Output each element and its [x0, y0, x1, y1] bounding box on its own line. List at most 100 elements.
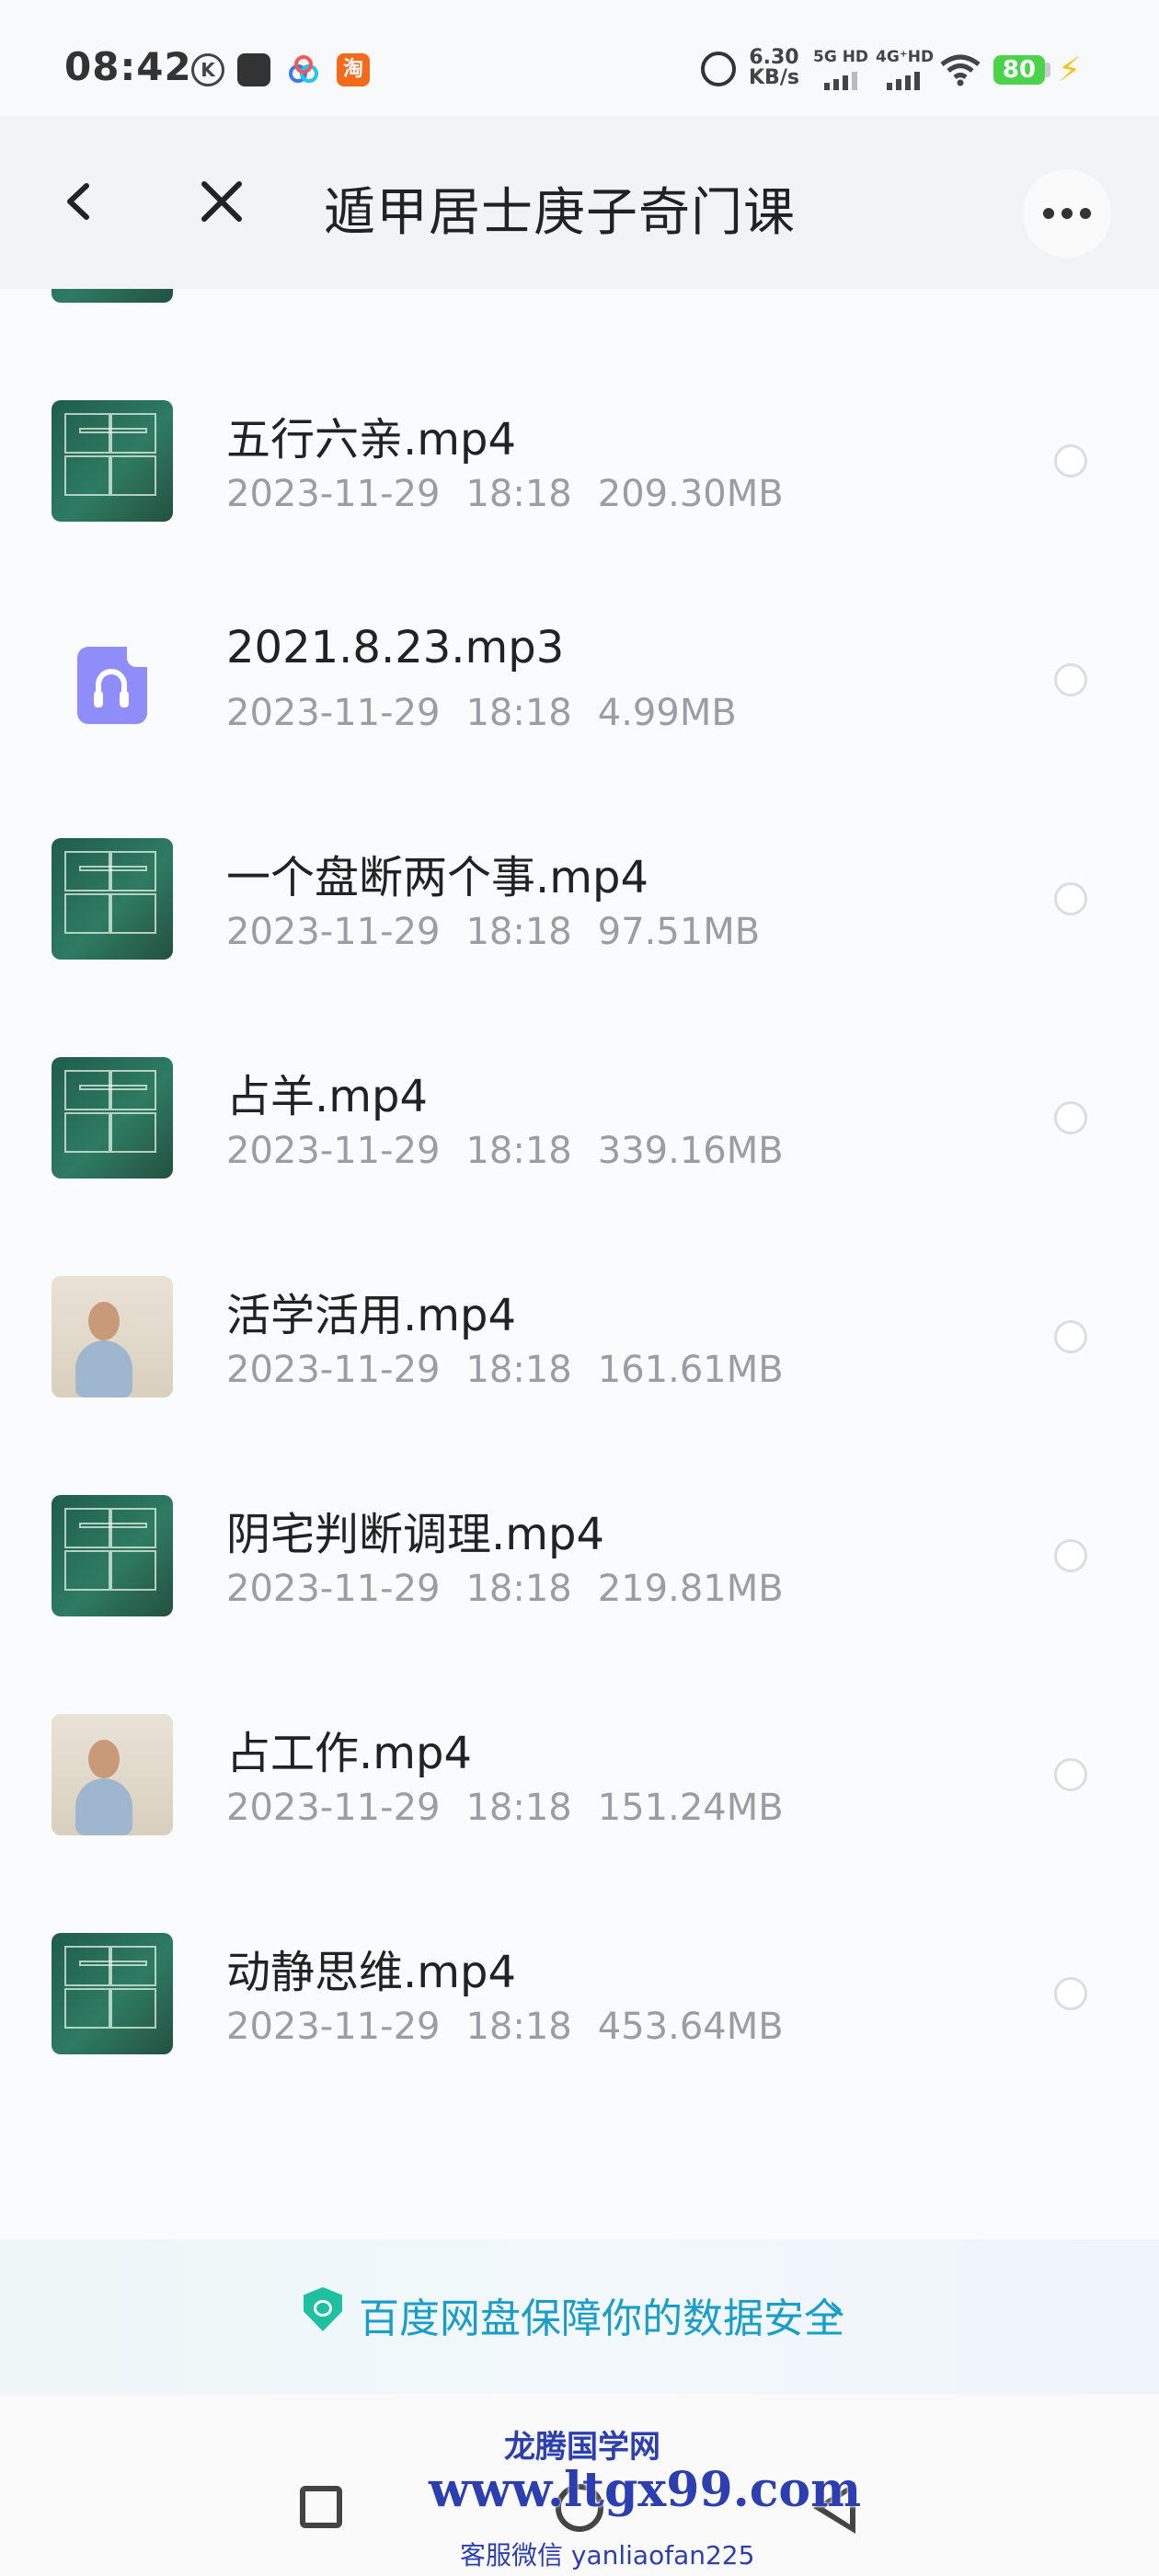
chevron-left-icon[interactable]: [46, 169, 110, 234]
file-size: 4.99MB: [597, 692, 737, 734]
status-time: 08:42: [64, 44, 192, 89]
file-row[interactable]: 动静思维.mp4 2023-11-29 18:18 453.64MB: [0, 1884, 1159, 2103]
file-row[interactable]: 占羊.mp4 2023-11-29 18:18 339.16MB: [0, 1008, 1159, 1227]
baidu-netdisk-icon: [287, 53, 320, 86]
recent-apps-button[interactable]: [300, 2486, 342, 2528]
file-meta: 2023-11-29 18:18 272.55MB: [226, 289, 809, 296]
file-name: 阴宅判断调理.mp4: [226, 1509, 605, 1560]
select-radio[interactable]: [1054, 663, 1087, 696]
video-thumbnail: [52, 1495, 173, 1616]
file-size: 161.61MB: [597, 1349, 784, 1391]
file-meta: 2023-11-29 18:18 4.99MB: [226, 692, 763, 734]
file-size: 209.30MB: [597, 473, 784, 515]
watermark-wechat: 客服微信 yanliaofan225: [460, 2540, 755, 2570]
file-row[interactable]: 一个盘断两个事.mp4 2023-11-29 18:18 97.51MB: [0, 789, 1159, 1008]
video-thumbnail: [52, 1057, 173, 1179]
file-name: 五行六亲.mp4: [226, 414, 517, 466]
video-thumbnail: [52, 1276, 173, 1397]
select-radio[interactable]: [1054, 882, 1087, 915]
page-title: 遁甲居士庚子奇门课: [324, 183, 796, 243]
file-name: 2021.8.23.mp3: [226, 622, 565, 673]
file-meta: 2023-11-29 18:18 161.61MB: [226, 1349, 809, 1391]
select-radio[interactable]: [1054, 444, 1087, 477]
file-date: 2023-11-29: [226, 1568, 441, 1610]
security-banner[interactable]: 百度网盘保障你的数据安全 ›: [0, 2239, 1159, 2394]
file-row[interactable]: 五行六亲.mp4 2023-11-29 18:18 209.30MB: [0, 351, 1159, 570]
file-name: 占羊.mp4: [226, 1071, 429, 1122]
network-speed: 6.30 KB/s: [749, 48, 799, 88]
alarm-icon: [701, 52, 736, 86]
select-radio[interactable]: [1054, 1977, 1087, 2010]
file-date: 2023-11-29: [226, 1349, 441, 1391]
file-row[interactable]: 2023-11-29 18:18 272.55MB: [0, 289, 1159, 351]
file-meta: 2023-11-29 18:18 209.30MB: [226, 473, 809, 515]
select-radio[interactable]: [1054, 1320, 1087, 1353]
video-thumbnail: [52, 400, 173, 522]
signal-icon: [887, 72, 920, 90]
video-thumbnail: [52, 289, 173, 303]
select-radio[interactable]: [1054, 1758, 1087, 1791]
wifi-icon: [940, 54, 981, 86]
close-icon[interactable]: [189, 169, 254, 234]
app-icon: [237, 53, 270, 86]
file-meta: 2023-11-29 18:18 453.64MB: [226, 2006, 809, 2048]
network-speed-unit: KB/s: [749, 66, 799, 89]
sim2-label: 4G⁺HD: [876, 48, 935, 66]
taobao-icon: 淘: [337, 53, 370, 86]
file-list: 2023-11-29 18:18 272.55MB 五行六亲.mp4 2023-11-2…: [0, 289, 1159, 2239]
file-row[interactable]: 2021.8.23.mp3 2023-11-29 18:18 4.99MB: [0, 570, 1159, 789]
file-size: 272.55MB: [598, 289, 784, 296]
header-bar: 遁甲居士庚子奇门课: [0, 116, 1159, 289]
video-thumbnail: [52, 838, 173, 960]
select-radio[interactable]: [1054, 1539, 1087, 1572]
charging-icon: ⚡: [1058, 52, 1082, 89]
k-circle-icon: K: [191, 53, 224, 86]
file-row[interactable]: 阴宅判断调理.mp4 2023-11-29 18:18 219.81MB: [0, 1446, 1159, 1665]
file-size: 151.24MB: [597, 1787, 784, 1829]
file-time: 18:18: [465, 473, 572, 515]
security-banner-text: 百度网盘保障你的数据安全: [359, 2295, 844, 2342]
video-thumbnail: [52, 1933, 173, 2054]
sim1-label: 5G HD: [813, 48, 869, 66]
status-bar: 08:42 K 淘 6.30 KB/s 5G HD 4G⁺HD 80 ⚡: [0, 0, 1159, 116]
headphones-icon: [77, 647, 147, 724]
file-meta: 2023-11-29 18:18 97.51MB: [226, 911, 786, 953]
file-meta: 2023-11-29 18:18 151.24MB: [226, 1787, 809, 1829]
shield-icon: [304, 2287, 342, 2331]
file-time: 18:18: [465, 289, 571, 296]
audio-file-icon: [52, 619, 173, 741]
battery-tip: [1045, 63, 1050, 77]
select-radio[interactable]: [1054, 1101, 1087, 1134]
file-date: 2023-11-29: [226, 1130, 441, 1172]
watermark-site-name: 龙腾国学网: [504, 2429, 660, 2466]
file-meta: 2023-11-29 18:18 339.16MB: [226, 1130, 809, 1172]
more-options-button[interactable]: [1023, 169, 1111, 258]
file-date: 2023-11-29: [226, 692, 441, 734]
file-date: 2023-11-29: [226, 2006, 441, 2048]
file-time: 18:18: [465, 2006, 572, 2048]
file-row[interactable]: 占工作.mp4 2023-11-29 18:18 151.24MB: [0, 1665, 1159, 1884]
file-size: 97.51MB: [597, 911, 761, 953]
chevron-right-icon: ›: [828, 2285, 844, 2332]
video-thumbnail: [52, 1714, 173, 1835]
file-name: 占工作.mp4: [226, 1728, 473, 1779]
file-date: 2023-11-29: [226, 473, 441, 515]
file-name: 动静思维.mp4: [226, 1947, 517, 1998]
file-row[interactable]: 活学活用.mp4 2023-11-29 18:18 161.61MB: [0, 1227, 1159, 1446]
file-size: 339.16MB: [597, 1130, 784, 1172]
file-date: 2023-11-29: [226, 289, 440, 296]
file-size: 219.81MB: [597, 1568, 784, 1610]
file-time: 18:18: [465, 1787, 572, 1829]
network-speed-value: 6.30: [749, 46, 799, 69]
file-time: 18:18: [465, 1568, 572, 1610]
file-date: 2023-11-29: [226, 911, 441, 953]
file-size: 453.64MB: [597, 2006, 784, 2048]
signal-icon: [824, 72, 857, 90]
file-time: 18:18: [465, 911, 572, 953]
watermark-url: www.ltgx99.com: [429, 2462, 862, 2518]
file-date: 2023-11-29: [226, 1787, 441, 1829]
file-meta: 2023-11-29 18:18 219.81MB: [226, 1568, 809, 1610]
battery-icon: 80: [993, 55, 1045, 85]
more-horizontal-icon: [1043, 208, 1054, 219]
file-time: 18:18: [465, 692, 572, 734]
